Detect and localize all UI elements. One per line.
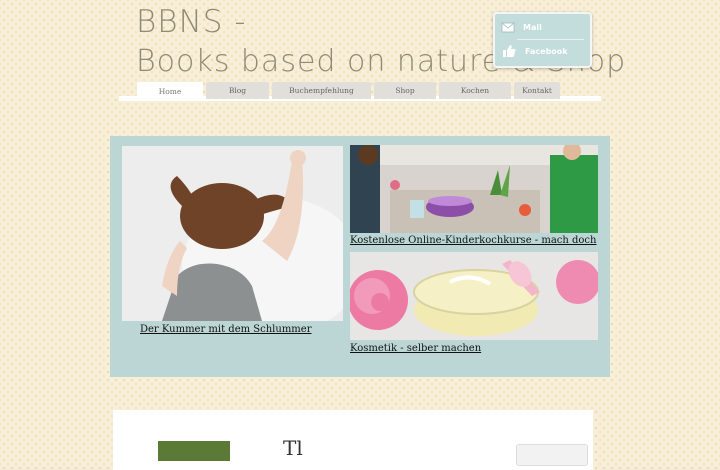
feature-box: Der Kummer mit dem Schlummer Kostenlose …: [110, 136, 610, 377]
content-image: [158, 441, 230, 461]
cosmetics-image[interactable]: [350, 252, 598, 340]
tab-kontakt[interactable]: Kontakt: [514, 82, 560, 99]
tab-home[interactable]: Home: [137, 82, 203, 101]
kids-cooking-image[interactable]: [350, 145, 598, 233]
envelope-icon: [501, 22, 515, 33]
sleeping-woman-image[interactable]: [122, 146, 343, 321]
content-panel: Tl: [113, 410, 593, 470]
facebook-label: Facebook: [525, 46, 568, 56]
tab-kochen[interactable]: Kochen: [439, 82, 511, 99]
social-box: Mail Facebook: [493, 12, 592, 68]
tab-shop[interactable]: Shop: [374, 82, 436, 99]
content-widget[interactable]: [516, 444, 588, 466]
mail-link[interactable]: Mail: [501, 18, 542, 36]
feature-caption-cooking[interactable]: Kostenlose Online-Kinderkochkurse - mach…: [350, 235, 596, 246]
content-heading: Tl: [283, 436, 303, 460]
social-divider: [517, 39, 584, 40]
feature-caption-sleep[interactable]: Der Kummer mit dem Schlummer: [140, 324, 311, 335]
feature-caption-cosmetics[interactable]: Kosmetik - selber machen: [350, 343, 481, 354]
tab-blog[interactable]: Blog: [206, 82, 269, 99]
thumbs-up-icon: [503, 45, 516, 57]
logo-line-1[interactable]: BBNS -: [136, 4, 247, 40]
tab-buchempfehlung[interactable]: Buchempfehlung: [272, 82, 371, 99]
mail-label: Mail: [523, 22, 542, 32]
facebook-link[interactable]: Facebook: [501, 42, 568, 60]
